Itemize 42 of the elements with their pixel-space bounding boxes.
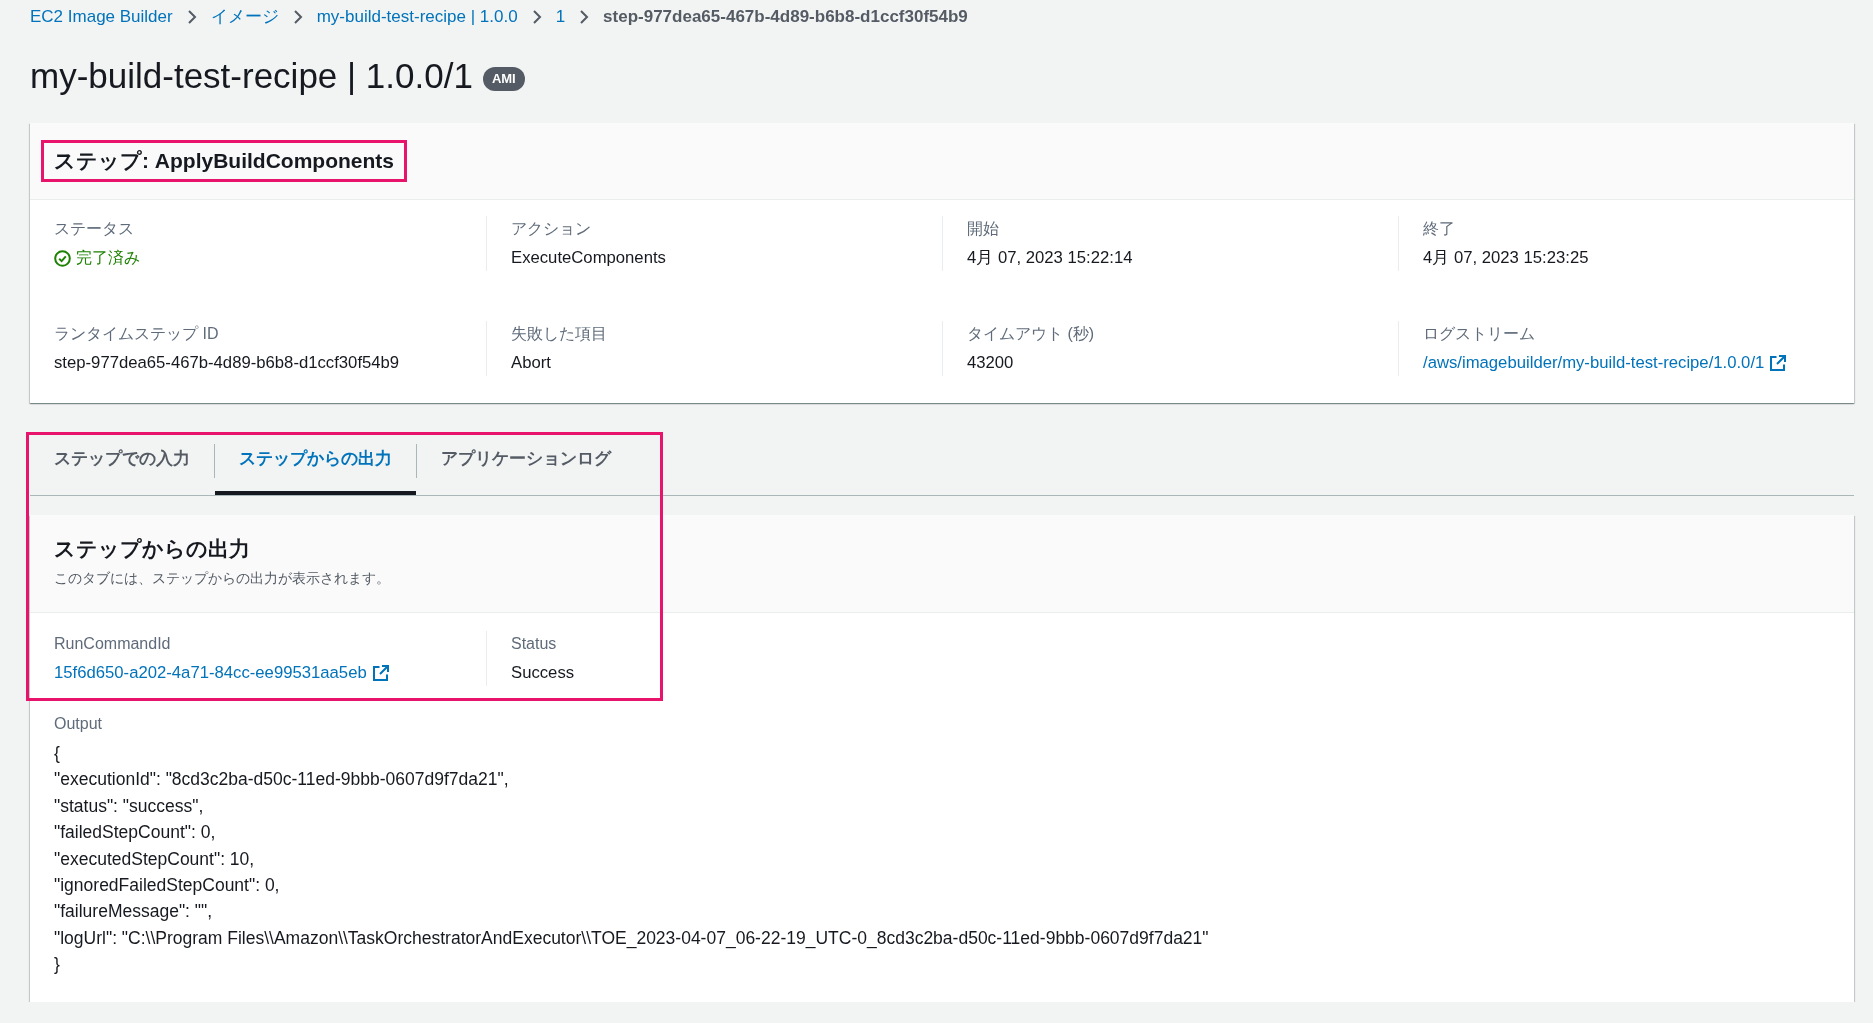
breadcrumb-link[interactable]: my-build-test-recipe | 1.0.0	[316, 6, 518, 28]
tab[interactable]: ステップでの入力	[30, 432, 214, 495]
output-text: { "executionId": "8cd3c2ba-d50c-11ed-9bbb-0607d9f7da21", "status": "success", "failedStepCount": 0, "executedStepCount": 10, "ignoredFailedStepCount": 0, "failureMessage": "", "logUrl": "C:\\Program Files\\Amazon\\TaskOrchestratorAndExecutor\\TOE_2023-04-07_06-22-19_UTC-0_8cd3c2ba-d50c-11ed-9bbb-0607d9f7da21" }	[54, 742, 1209, 977]
panel-description: このタブには、ステップからの出力が表示されます。	[54, 569, 390, 588]
tab[interactable]: アプリケーションログ	[417, 432, 635, 495]
field-value: 4月 07, 2023 15:22:14	[967, 247, 1133, 269]
field-value: ExecuteComponents	[511, 247, 666, 269]
breadcrumb-link[interactable]: 1	[555, 6, 566, 28]
field-label: RunCommandId	[54, 634, 171, 654]
field-label: Output	[54, 714, 103, 734]
chevron-right-icon	[578, 9, 591, 25]
breadcrumb-current-page: step-977dea65-467b-4d89-b6b8-d1ccf30f54b9	[603, 6, 968, 28]
field-value: 43200	[967, 352, 1014, 374]
check-circle-icon	[54, 249, 71, 267]
field-label: ステータス	[54, 219, 134, 239]
external-link-icon	[372, 665, 389, 681]
field-label: タイムアウト (秒)	[967, 324, 1095, 344]
external-link[interactable]: 15f6d650-a202-4a71-84cc-ee99531aa5eb	[54, 662, 389, 684]
breadcrumb-link[interactable]: イメージ	[210, 6, 279, 28]
type-badge: AMI	[482, 67, 525, 91]
field-value: Abort	[511, 352, 551, 374]
chevron-right-icon	[185, 9, 198, 25]
status-text: 完了済み	[76, 248, 140, 268]
breadcrumb-link[interactable]: EC2 Image Builder	[30, 6, 173, 28]
field-label: ランタイムステップ ID	[54, 324, 219, 344]
field-value: Success	[511, 662, 575, 684]
external-link[interactable]: /aws/imagebuilder/my-build-test-recipe/1.0.0/1	[1423, 352, 1787, 374]
chevron-right-icon	[530, 9, 543, 25]
chevron-right-icon	[291, 9, 304, 25]
field-value: step-977dea65-467b-4d89-b6b8-d1ccf30f54b9	[54, 352, 400, 374]
field-label: 開始	[967, 219, 999, 239]
external-link-icon	[1770, 355, 1787, 371]
field-label: 失敗した項目	[511, 324, 607, 344]
tab[interactable]: ステップからの出力	[215, 432, 416, 495]
field-label: Status	[511, 634, 557, 654]
step-title: ステップ: ApplyBuildComponents	[41, 140, 407, 182]
field-label: 終了	[1423, 219, 1455, 239]
panel-title: ステップからの出力	[54, 536, 250, 562]
field-label: アクション	[511, 219, 591, 239]
field-label: ログストリーム	[1423, 324, 1535, 344]
field-value: 4月 07, 2023 15:23:25	[1423, 247, 1589, 269]
page-title: my-build-test-recipe | 1.0.0/1	[30, 56, 473, 96]
